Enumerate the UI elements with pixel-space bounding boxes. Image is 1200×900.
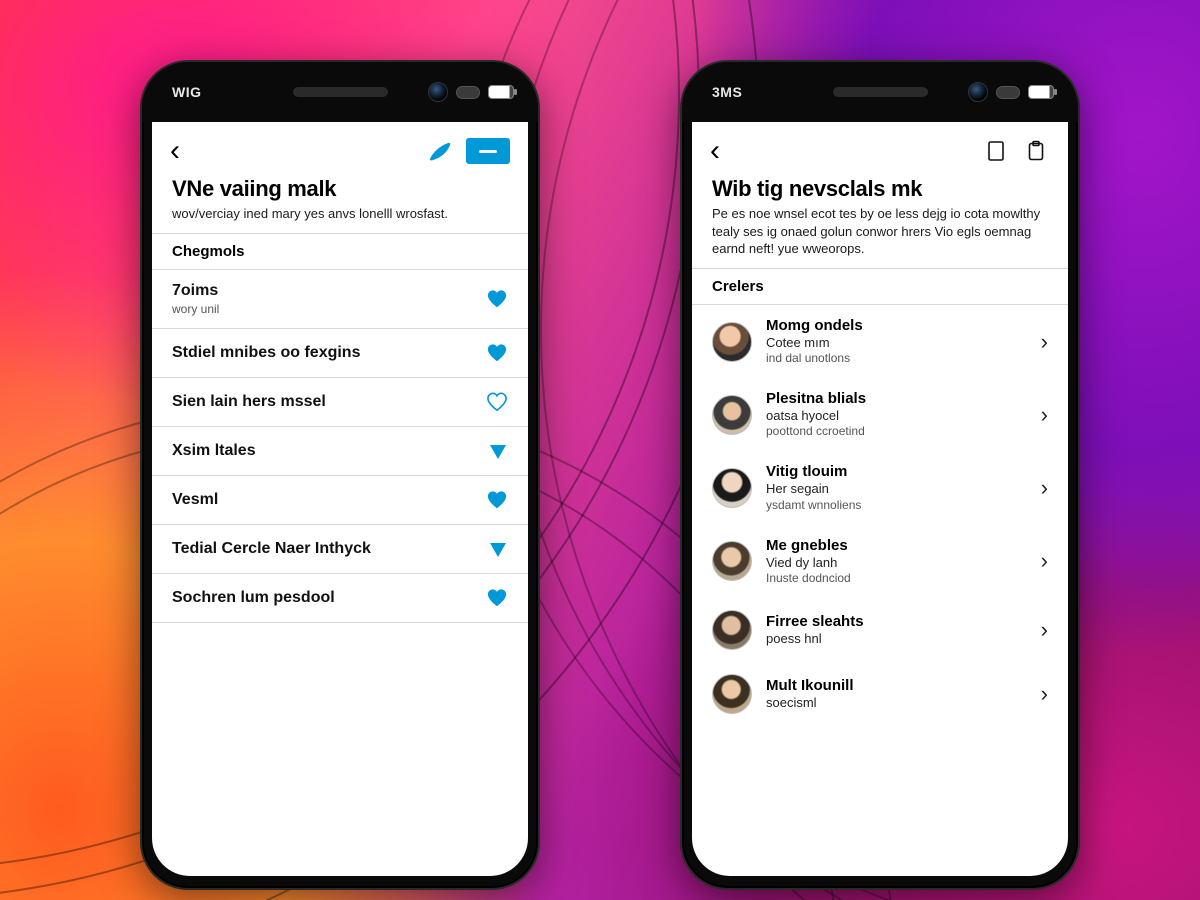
person-name: Momg ondels [766,317,1027,335]
battery-icon [1028,85,1054,99]
list-item-label: 7oims [172,282,219,300]
screen-right: ‹ Wib tig nevsclals mk Pe es noe wnsel e… [692,122,1068,876]
back-button[interactable]: ‹ [170,136,180,166]
chevron-right-icon: › [1041,617,1048,643]
speaker-grille [833,87,928,97]
list-item[interactable]: Xsim ltales [152,427,528,476]
carrier-label: WIG [172,84,202,100]
list-item[interactable]: Stdiel mnibes oo fexgins [152,329,528,378]
person-line: Vied dy lanh [766,555,1027,571]
clipboard-icon[interactable] [1022,139,1050,163]
avatar [712,674,752,714]
avatar [712,322,752,362]
list-item-label: Stdiel mnibes oo fexgins [172,344,360,362]
person-name: Plesitna blials [766,390,1027,408]
section-header: Chegmols [152,233,528,270]
list-item-label: Xsim ltales [172,442,256,460]
avatar [712,610,752,650]
list-item[interactable]: Sochren lum pesdool [152,574,528,623]
person-meta: ind dal unotlons [766,351,1027,366]
triangle-down-icon[interactable] [488,539,508,559]
page-title: VNe vaiing malk [172,176,508,201]
person-meta: poottond ccroetind [766,424,1027,439]
person-row[interactable]: Mult Ikounillsoecisml › [692,662,1068,726]
sensor-cluster [428,82,514,102]
person-line: oatsa hyocel [766,408,1027,424]
avatar [712,468,752,508]
list-item-label: Sien lain hers mssel [172,393,326,411]
page-subtitle: wov/verciay ined mary yes anvs lonelll w… [172,205,508,223]
page-title: Wib tig nevsclals mk [712,176,1048,201]
person-row[interactable]: Plesitna blialsoatsa hyocelpoottond ccro… [692,378,1068,451]
list-item[interactable]: Tedial Cercle Naer Inthyck [152,525,528,574]
heart-icon[interactable] [486,289,508,309]
chevron-right-icon: › [1041,329,1048,355]
person-name: Mult Ikounill [766,677,1027,695]
heart-outline-icon[interactable] [486,392,508,412]
battery-icon [488,85,514,99]
device-bezel-top: WIG [142,62,538,122]
person-name: Me gnebles [766,537,1027,555]
chevron-right-icon: › [1041,548,1048,574]
app-header: ‹ [152,122,528,166]
triangle-down-icon[interactable] [488,441,508,461]
person-row[interactable]: Vitig tlouimHer segainysdamt wnnoliens › [692,451,1068,524]
list-item-sublabel: wory unil [172,302,219,316]
person-meta: Inuste dodnciod [766,571,1027,586]
person-row[interactable]: Firree sleahtspoess hnl › [692,598,1068,662]
person-line: Her segain [766,481,1027,497]
front-camera [428,82,448,102]
chevron-right-icon: › [1041,681,1048,707]
phone-mockup-left: WIG ‹ VNe vaiing malk wov/verciay ined m… [140,60,540,890]
avatar [712,395,752,435]
sensor-cluster [968,82,1054,102]
carrier-label: 3MS [712,84,742,100]
screen-left: ‹ VNe vaiing malk wov/verciay ined mary … [152,122,528,876]
heart-icon[interactable] [486,588,508,608]
person-row[interactable]: Momg ondelsCotee mımind dal unotlons › [692,305,1068,378]
category-list: 7oims wory unil Stdiel mnibes oo fexgins Si… [152,270,528,876]
sensor-pill [456,86,480,99]
chevron-right-icon: › [1041,475,1048,501]
person-meta: ysdamt wnnoliens [766,498,1027,513]
list-item-label: Sochren lum pesdool [172,589,335,607]
list-item[interactable]: Sien lain hers mssel [152,378,528,427]
phone-mockup-right: 3MS ‹ Wib tig nevsclals mk Pe es noe wns… [680,60,1080,890]
person-name: Vitig tlouim [766,463,1027,481]
primary-action-button[interactable] [466,138,510,164]
person-row[interactable]: Me gneblesVied dy lanhInuste dodnciod › [692,525,1068,598]
person-name: Firree sleahts [766,613,1027,631]
chevron-right-icon: › [1041,402,1048,428]
person-line: poess hnl [766,631,1027,647]
person-line: Cotee mım [766,335,1027,351]
front-camera [968,82,988,102]
brush-icon[interactable] [426,139,454,163]
back-button[interactable]: ‹ [710,136,720,166]
list-item[interactable]: 7oims wory unil [152,270,528,329]
avatar [712,541,752,581]
person-line: soecisml [766,695,1027,711]
list-item[interactable]: Vesml [152,476,528,525]
speaker-grille [293,87,388,97]
list-item-label: Vesml [172,491,218,509]
people-list: Momg ondelsCotee mımind dal unotlons›Ple… [692,305,1068,876]
heart-icon[interactable] [486,343,508,363]
heart-icon[interactable] [486,490,508,510]
app-header: ‹ [692,122,1068,166]
list-item-label: Tedial Cercle Naer Inthyck [172,540,371,558]
device-bezel-top: 3MS [682,62,1078,122]
bookmark-icon[interactable] [982,139,1010,163]
sensor-pill [996,86,1020,99]
section-header: Crelers [692,268,1068,305]
page-subtitle: Pe es noe wnsel ecot tes by oe less dejg… [712,205,1048,258]
